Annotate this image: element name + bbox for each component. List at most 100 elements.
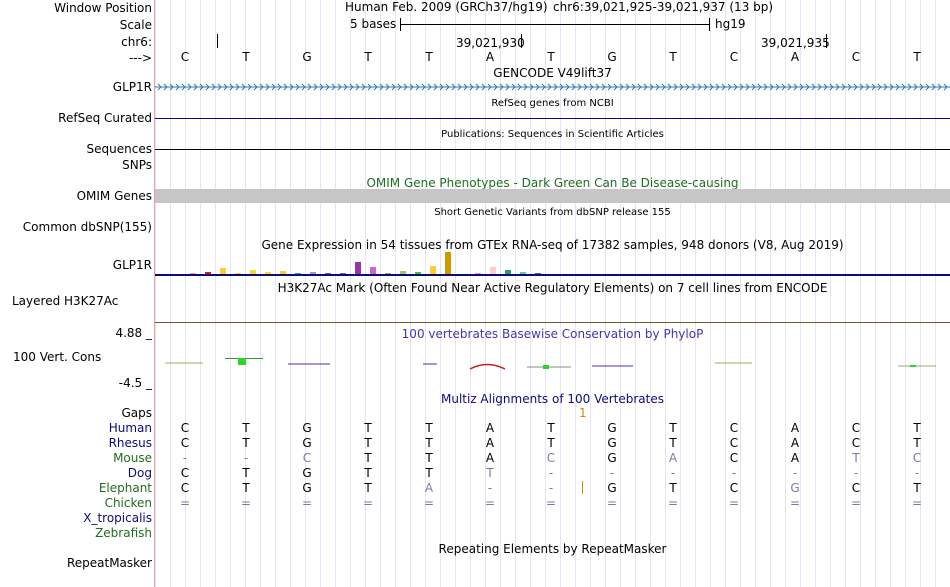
phylop-wiggle[interactable]: [155, 350, 950, 375]
track-label-refseq[interactable]: RefSeq Curated: [58, 111, 152, 125]
sequence-base: C: [851, 50, 861, 64]
pubs-feature[interactable]: [155, 149, 950, 150]
position-range: chr6:39,021,925-39,021,937 (13 bp): [553, 0, 774, 14]
track-label-h3k27ac[interactable]: Layered H3K27Ac: [12, 294, 118, 308]
gtex-bar-chart[interactable]: [160, 252, 541, 274]
dbsnp-title: Short Genetic Variants from dbSNP releas…: [434, 207, 671, 218]
coord-1-text: 39,021,930: [456, 36, 525, 50]
alignment-base: C: [180, 466, 190, 480]
gtex-bar[interactable]: [430, 266, 436, 274]
coord-tick-start: [217, 34, 218, 48]
species-label[interactable]: Mouse: [113, 451, 152, 465]
gtex-bar[interactable]: [355, 262, 361, 274]
h3k27ac-title: H3K27Ac Mark (Often Found Near Active Re…: [277, 281, 828, 295]
species-label[interactable]: Chicken: [105, 496, 152, 510]
gencode-gene-feature[interactable]: [155, 81, 950, 93]
alignment-base: =: [179, 496, 191, 510]
multiz-title: Multiz Alignments of 100 Vertebrates: [440, 392, 665, 406]
alignment-base: -: [182, 451, 188, 465]
alignment-base: A: [485, 436, 495, 450]
alignment-base: T: [425, 421, 433, 435]
sequence-base: T: [364, 50, 372, 64]
track-label-dbsnp[interactable]: Common dbSNP(155): [23, 220, 152, 234]
phylop-max-label: 4.88 _: [115, 326, 152, 340]
alignment-base: G: [302, 436, 312, 450]
elephant-insert-mark: [582, 481, 583, 494]
sequence-base: T: [425, 50, 433, 64]
alignment-base: -: [731, 466, 737, 480]
alignment-base: A: [485, 451, 495, 465]
sequence-base: A: [790, 50, 800, 64]
scale-db-text: hg19: [715, 17, 746, 31]
species-label[interactable]: Zebrafish: [95, 526, 152, 540]
alignment-base: C: [729, 421, 739, 435]
alignment-base: =: [606, 496, 618, 510]
alignment-base: T: [425, 451, 433, 465]
alignment-base: G: [607, 436, 617, 450]
track-label-gtex[interactable]: GLP1R: [113, 258, 152, 272]
alignment-base: C: [851, 436, 861, 450]
alignment-base: T: [669, 481, 677, 495]
scale-label: Scale: [119, 18, 152, 32]
gtex-bar[interactable]: [370, 267, 376, 274]
alignment-base: T: [364, 466, 372, 480]
alignment-base: T: [547, 436, 555, 450]
sequence-base: G: [607, 50, 617, 64]
track-label-omim[interactable]: OMIM Genes: [77, 189, 152, 203]
track-label-column: Window Position Scale chr6: ---> GLP1R R…: [0, 0, 154, 587]
alignment-base: -: [914, 466, 920, 480]
alignment-base: A: [424, 481, 434, 495]
track-label-phylop[interactable]: 100 Vert. Cons: [13, 350, 101, 364]
track-label-gaps[interactable]: Gaps: [121, 406, 152, 420]
strand-label: --->: [128, 51, 152, 65]
alignment-base: -: [670, 466, 676, 480]
species-label[interactable]: Rhesus: [109, 436, 152, 450]
alignment-base: C: [180, 421, 190, 435]
alignment-base: -: [609, 466, 615, 480]
alignment-base: G: [302, 481, 312, 495]
refseq-gene-feature[interactable]: [155, 118, 950, 119]
alignment-base: G: [302, 466, 312, 480]
alignment-base: C: [180, 436, 190, 450]
track-label-pubs-1[interactable]: Sequences: [87, 142, 152, 156]
pubs-title: Publications: Sequences in Scientific Ar…: [441, 129, 664, 140]
track-data-area[interactable]: Human Feb. 2009 (GRCh37/hg19) chr6:39,02…: [155, 0, 950, 587]
track-label-pubs-2[interactable]: SNPs: [122, 158, 152, 172]
phylop-title: 100 vertebrates Basewise Conservation by…: [401, 327, 704, 341]
species-label[interactable]: Dog: [128, 466, 152, 480]
species-label[interactable]: Elephant: [99, 481, 152, 495]
sequence-base: T: [242, 50, 250, 64]
coord-2-text: 39,021,935: [761, 36, 830, 50]
alignment-base: T: [364, 451, 372, 465]
alignment-base: C: [912, 451, 922, 465]
species-label[interactable]: X_tropicalis: [83, 511, 152, 525]
assembly-name: Human Feb. 2009 (GRCh37/hg19): [345, 0, 548, 14]
track-label-gencode[interactable]: GLP1R: [113, 80, 152, 94]
alignment-base: T: [486, 466, 494, 480]
alignment-base: T: [242, 481, 250, 495]
alignment-base: C: [729, 451, 739, 465]
gtex-bar[interactable]: [490, 267, 496, 274]
alignment-base: -: [853, 466, 859, 480]
alignment-base: T: [913, 436, 921, 450]
gaps-value: 1: [579, 406, 587, 420]
alignment-base: -: [548, 481, 554, 495]
alignment-base: T: [364, 436, 372, 450]
alignment-base: T: [242, 421, 250, 435]
alignment-base: T: [364, 481, 372, 495]
alignment-base: T: [669, 436, 677, 450]
alignment-base: C: [851, 481, 861, 495]
gtex-bar[interactable]: [445, 252, 451, 274]
window-position-label: Window Position: [54, 1, 152, 15]
omim-feature[interactable]: [155, 189, 950, 203]
species-label[interactable]: Human: [109, 421, 152, 435]
alignment-base: =: [667, 496, 679, 510]
alignment-base: C: [302, 451, 312, 465]
alignment-base: =: [545, 496, 557, 510]
alignment-base: C: [851, 421, 861, 435]
alignment-base: A: [485, 421, 495, 435]
track-label-repeatmasker[interactable]: RepeatMasker: [67, 556, 152, 570]
alignment-base: T: [913, 421, 921, 435]
alignment-base: C: [729, 481, 739, 495]
coord-2-tick: [826, 34, 827, 48]
